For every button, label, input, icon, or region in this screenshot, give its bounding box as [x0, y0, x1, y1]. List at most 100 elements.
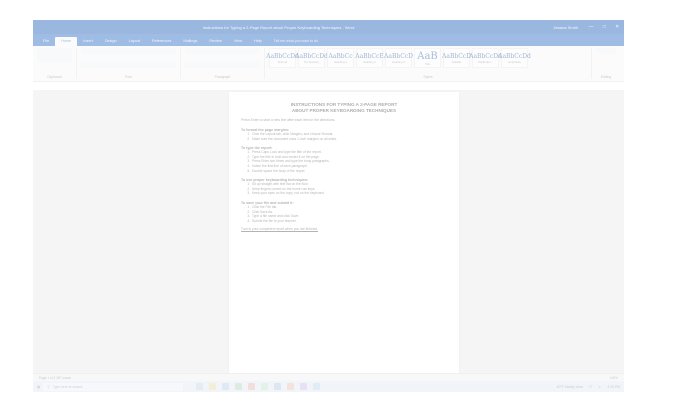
- weather-text[interactable]: 60°F Mostly clear: [557, 385, 583, 389]
- menu-help[interactable]: Help: [248, 39, 268, 46]
- doc-title-line-2: ABOUT PROPER KEYBOARDING TECHNIQUES: [291, 108, 397, 113]
- close-icon[interactable]: ✕: [615, 24, 619, 30]
- instruction-list: Press Caps Lock and type the title of th…: [251, 150, 447, 173]
- excel-icon[interactable]: [261, 383, 269, 390]
- ribbon-group-clipboard: Clipboard: [37, 48, 77, 79]
- font-name-select[interactable]: [81, 48, 176, 54]
- ribbon-group-font: Font: [81, 48, 181, 79]
- search-icon: ⚲: [47, 384, 50, 389]
- style-heading-3[interactable]: AaBbCcD Heading 3: [384, 48, 413, 68]
- style-name: Emphasis: [508, 59, 521, 64]
- mail-icon[interactable]: [222, 383, 230, 390]
- intro-paragraph: Press Enter to start a new line after ea…: [241, 118, 336, 122]
- chrome-icon[interactable]: [248, 383, 256, 390]
- list-item: Keep your eyes on the copy, not on the k…: [251, 191, 447, 196]
- ribbon-group-styles: AaBbCcDd Normal AaBbCcDd No Spacing AaBb…: [266, 48, 592, 79]
- taskbar: ▦ ⚲ Type here to search 60°F Mostly clea…: [33, 381, 624, 392]
- menu-home[interactable]: Home: [55, 37, 78, 46]
- store-icon[interactable]: [313, 383, 321, 390]
- paste-button[interactable]: [37, 48, 72, 62]
- list-buttons[interactable]: [185, 48, 260, 54]
- clock-time[interactable]: 4:15 PM: [607, 385, 620, 389]
- taskbar-search[interactable]: ⚲ Type here to search: [43, 382, 184, 391]
- group-label: Font: [125, 75, 132, 79]
- list-item: Submit the file to your teacher.: [251, 219, 447, 224]
- group-label: Clipboard: [47, 75, 62, 79]
- group-label: Editing: [600, 75, 612, 79]
- user-name[interactable]: Jessica Smith: [524, 25, 584, 30]
- style-name: Subtitle: [451, 59, 462, 64]
- menu-mailings[interactable]: Mailings: [177, 39, 203, 46]
- style-sample: AaBbCcDd: [469, 52, 502, 60]
- instruction-list: Click the File tab. Click Save As. Type …: [251, 205, 447, 223]
- system-tray: 60°F Mostly clear ☷ ♬ 4:15 PM: [557, 385, 620, 389]
- page-word-count[interactable]: Page 1 of 2 387 words: [39, 376, 71, 380]
- style-sample: AaBbCcE: [355, 52, 384, 60]
- window-controls: — □ ✕: [584, 24, 624, 30]
- document-page[interactable]: INSTRUCTIONS FOR TYPING A 2-PAGE REPORT …: [229, 92, 459, 373]
- ribbon-group-editing: Editing: [596, 48, 620, 79]
- font-format-buttons[interactable]: [81, 61, 176, 68]
- task-view-icon[interactable]: [196, 383, 204, 390]
- style-subtitle[interactable]: AaBbCcD Subtitle: [442, 48, 471, 68]
- style-name: Subtle Em...: [477, 59, 494, 64]
- find-button[interactable]: [596, 48, 616, 54]
- group-label: Paragraph: [214, 75, 231, 79]
- style-title[interactable]: AaB Title: [414, 48, 441, 68]
- style-emphasis[interactable]: AaBbCcDd Emphasis: [498, 48, 531, 68]
- window-title: Instructions for Typing a 2-Page Report …: [202, 24, 355, 30]
- edge-icon[interactable]: [235, 383, 243, 390]
- minimize-icon[interactable]: —: [589, 24, 594, 30]
- style-normal[interactable]: AaBbCcDd Normal: [266, 48, 299, 68]
- style-name: No Spacing: [304, 59, 319, 64]
- menu-references[interactable]: References: [146, 39, 177, 46]
- style-sample: AaBbCcDd: [266, 52, 299, 60]
- tell-me-box[interactable]: Tell me what you want to do: [268, 39, 318, 46]
- menu-design[interactable]: Design: [99, 39, 123, 46]
- style-name: Heading 3: [392, 59, 405, 64]
- style-sample: AaBbCcDd: [295, 52, 328, 60]
- zoom-level[interactable]: 100%: [610, 376, 618, 380]
- document-area: INSTRUCTIONS FOR TYPING A 2-PAGE REPORT …: [33, 90, 624, 373]
- word-window: Instructions for Typing a 2-Page Report …: [33, 20, 624, 392]
- style-subtle-emphasis[interactable]: AaBbCcDd Subtle Em...: [469, 48, 502, 68]
- menu-file[interactable]: File: [37, 39, 55, 46]
- start-icon[interactable]: ▦: [37, 385, 40, 389]
- file-explorer-icon[interactable]: [209, 383, 217, 390]
- screen-capture: Instructions for Typing a 2-Page Report …: [0, 0, 680, 408]
- ribbon: Clipboard Font Paragraph AaBbCcDd Normal: [33, 46, 624, 82]
- style-sample: AaBbCc: [328, 52, 353, 60]
- menu-review[interactable]: Review: [203, 39, 227, 46]
- style-heading-2[interactable]: AaBbCcE Heading 2: [355, 48, 384, 68]
- menu-insert[interactable]: Insert: [77, 39, 99, 46]
- style-sample: AaBbCcDd: [498, 52, 531, 60]
- alignment-buttons[interactable]: [185, 61, 260, 68]
- maximize-icon[interactable]: □: [603, 24, 606, 30]
- style-name: Heading 2: [363, 59, 376, 64]
- title-bar: Instructions for Typing a 2-Page Report …: [33, 20, 624, 34]
- network-icon[interactable]: ☷: [589, 385, 592, 389]
- menu-bar: File Home Insert Design Layout Reference…: [33, 34, 624, 46]
- instruction-list: Sit up straight with feet flat on the fl…: [251, 182, 447, 196]
- closing-paragraph: Turn in your completed report when you a…: [241, 227, 447, 232]
- style-heading-1[interactable]: AaBbCc Heading 1: [327, 48, 354, 68]
- style-no-spacing[interactable]: AaBbCcDd No Spacing: [295, 48, 328, 68]
- list-item: Double space the body of the report.: [251, 169, 447, 174]
- onenote-icon[interactable]: [300, 383, 308, 390]
- powerpoint-icon[interactable]: [287, 383, 295, 390]
- style-name: Heading 1: [334, 59, 347, 64]
- menu-layout[interactable]: Layout: [123, 39, 146, 46]
- taskbar-apps: [196, 383, 321, 390]
- style-sample: AaBbCcD: [384, 52, 413, 60]
- style-sample: AaB: [417, 50, 438, 62]
- style-name: Title: [424, 61, 431, 66]
- menu-view[interactable]: View: [228, 39, 248, 46]
- list-item: Make sure the document uses 1-inch margi…: [251, 137, 447, 142]
- search-placeholder: Type here to search: [52, 384, 83, 389]
- style-name: Normal: [277, 59, 287, 64]
- group-label: Styles: [423, 75, 433, 79]
- word-icon[interactable]: [274, 383, 282, 390]
- closing-text: Turn in your completed report when you a…: [241, 227, 319, 232]
- volume-icon[interactable]: ♬: [598, 385, 601, 389]
- instruction-list: Click the Layout tab, click Margins, and…: [251, 132, 447, 141]
